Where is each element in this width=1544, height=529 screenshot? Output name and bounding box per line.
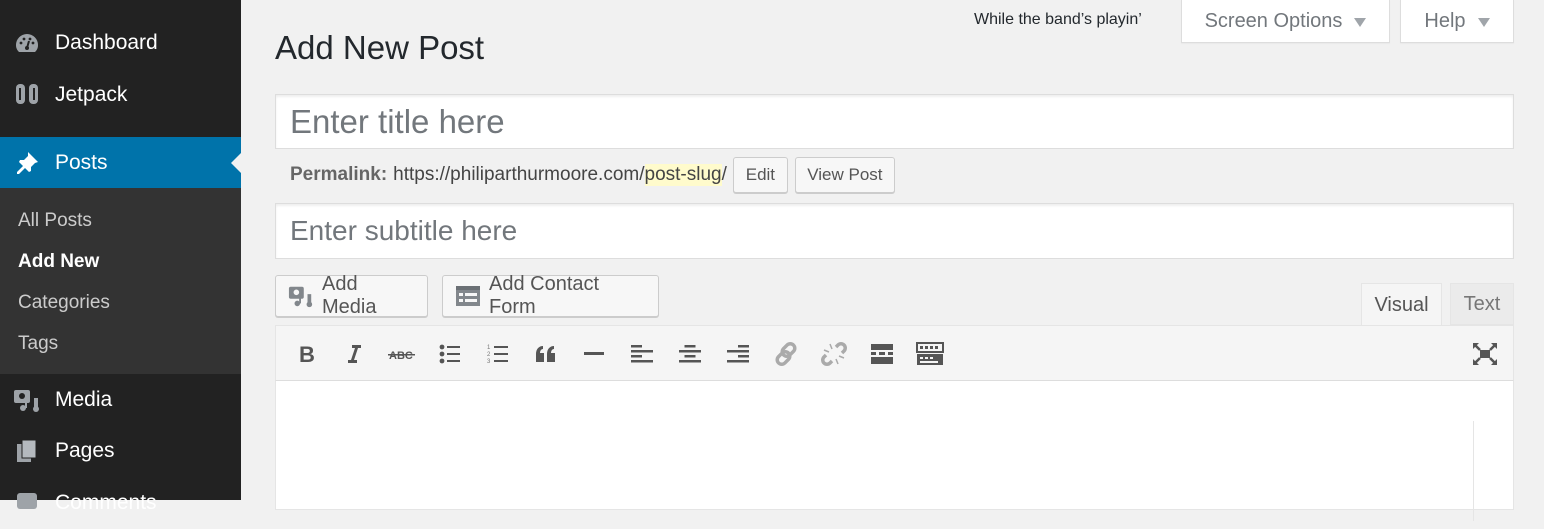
media-icon — [288, 283, 314, 309]
svg-text:1: 1 — [487, 345, 491, 351]
blockquote-icon[interactable] — [530, 338, 562, 370]
italic-icon[interactable] — [338, 338, 370, 370]
submenu-all-posts[interactable]: All Posts — [0, 200, 241, 241]
align-left-icon[interactable] — [626, 338, 658, 370]
sidebar-item-posts[interactable]: Posts — [0, 137, 241, 188]
sidebar-item-dashboard[interactable]: Dashboard — [0, 17, 241, 69]
permalink-label: Permalink: — [290, 164, 387, 186]
sidebar-item-media[interactable]: Media — [0, 374, 241, 426]
page-title: Add New Post — [275, 29, 484, 67]
horizontal-rule-icon[interactable] — [578, 338, 610, 370]
screen-options-button[interactable]: Screen Options — [1181, 0, 1390, 43]
svg-text:B: B — [299, 343, 315, 365]
add-media-button[interactable]: Add Media — [275, 275, 428, 317]
align-right-icon[interactable] — [722, 338, 754, 370]
bullet-list-icon[interactable] — [434, 338, 466, 370]
dropdown-triangle-icon — [1478, 18, 1490, 27]
screen-options-label: Screen Options — [1205, 10, 1343, 33]
strikethrough-icon[interactable]: ABC — [386, 338, 418, 370]
sidebar-item-label: Posts — [55, 151, 108, 175]
dropdown-triangle-icon — [1354, 18, 1366, 27]
permalink-trailing: / — [722, 164, 727, 186]
submenu-tags[interactable]: Tags — [0, 323, 241, 364]
post-subtitle-input[interactable]: Enter subtitle here — [275, 203, 1514, 259]
numbered-list-icon[interactable]: 123 — [482, 338, 514, 370]
help-label: Help — [1424, 10, 1465, 33]
sidebar-item-label: Jetpack — [55, 83, 127, 107]
insert-link-icon[interactable] — [770, 338, 802, 370]
toolbar-toggle-icon[interactable] — [914, 338, 946, 370]
add-contact-form-label: Add Contact Form — [489, 273, 646, 319]
admin-sidebar: Dashboard Jetpack Posts All Posts Add Ne… — [0, 0, 241, 500]
media-icon — [13, 386, 41, 414]
sidebar-item-label: Media — [55, 388, 112, 412]
main-content: Add New Post While the band’s playin’ Sc… — [241, 0, 1544, 500]
help-button[interactable]: Help — [1400, 0, 1514, 43]
svg-text:3: 3 — [487, 359, 491, 365]
contact-form-icon — [455, 285, 481, 307]
bold-icon[interactable]: B — [290, 338, 322, 370]
sidebar-item-label: Dashboard — [55, 31, 158, 55]
subtitle-placeholder: Enter subtitle here — [290, 215, 517, 247]
view-post-button[interactable]: View Post — [795, 157, 895, 193]
add-media-label: Add Media — [322, 273, 415, 319]
posts-submenu: All Posts Add New Categories Tags — [0, 188, 241, 374]
pages-icon — [13, 437, 41, 465]
sidebar-item-label: Comments — [55, 491, 157, 515]
post-title-input[interactable]: Enter title here — [275, 94, 1514, 149]
title-placeholder: Enter title here — [290, 103, 505, 141]
edit-permalink-button[interactable]: Edit — [733, 157, 788, 193]
dashboard-icon — [13, 29, 41, 57]
permalink-base-url: https://philiparthurmoore.com/ — [393, 164, 644, 186]
active-indicator — [231, 153, 241, 173]
sidebar-item-pages[interactable]: Pages — [0, 425, 241, 477]
pushpin-icon — [13, 149, 41, 177]
read-more-icon[interactable] — [866, 338, 898, 370]
fullscreen-icon[interactable] — [1469, 338, 1501, 370]
comments-icon — [13, 489, 41, 517]
tab-text[interactable]: Text — [1450, 283, 1514, 325]
submenu-add-new[interactable]: Add New — [0, 241, 241, 282]
editor-content-area[interactable] — [275, 380, 1514, 510]
submenu-categories[interactable]: Categories — [0, 282, 241, 323]
permalink-slug[interactable]: post-slug — [645, 164, 722, 186]
editor-toolbar: B ABC 123 — [275, 325, 1514, 381]
jetpack-icon — [13, 81, 41, 109]
svg-text:2: 2 — [487, 352, 491, 358]
tab-visual[interactable]: Visual — [1361, 283, 1442, 326]
editor-divider — [1473, 421, 1474, 521]
remove-link-icon[interactable] — [818, 338, 850, 370]
align-center-icon[interactable] — [674, 338, 706, 370]
sidebar-item-label: Pages — [55, 439, 115, 463]
sidebar-item-jetpack[interactable]: Jetpack — [0, 69, 241, 121]
svg-text:ABC: ABC — [389, 350, 413, 362]
add-contact-form-button[interactable]: Add Contact Form — [442, 275, 659, 317]
permalink-row: Permalink: https://philiparthurmoore.com… — [290, 157, 895, 193]
sidebar-item-comments[interactable]: Comments — [0, 477, 241, 529]
hello-dolly-lyric: While the band’s playin’ — [974, 11, 1142, 29]
